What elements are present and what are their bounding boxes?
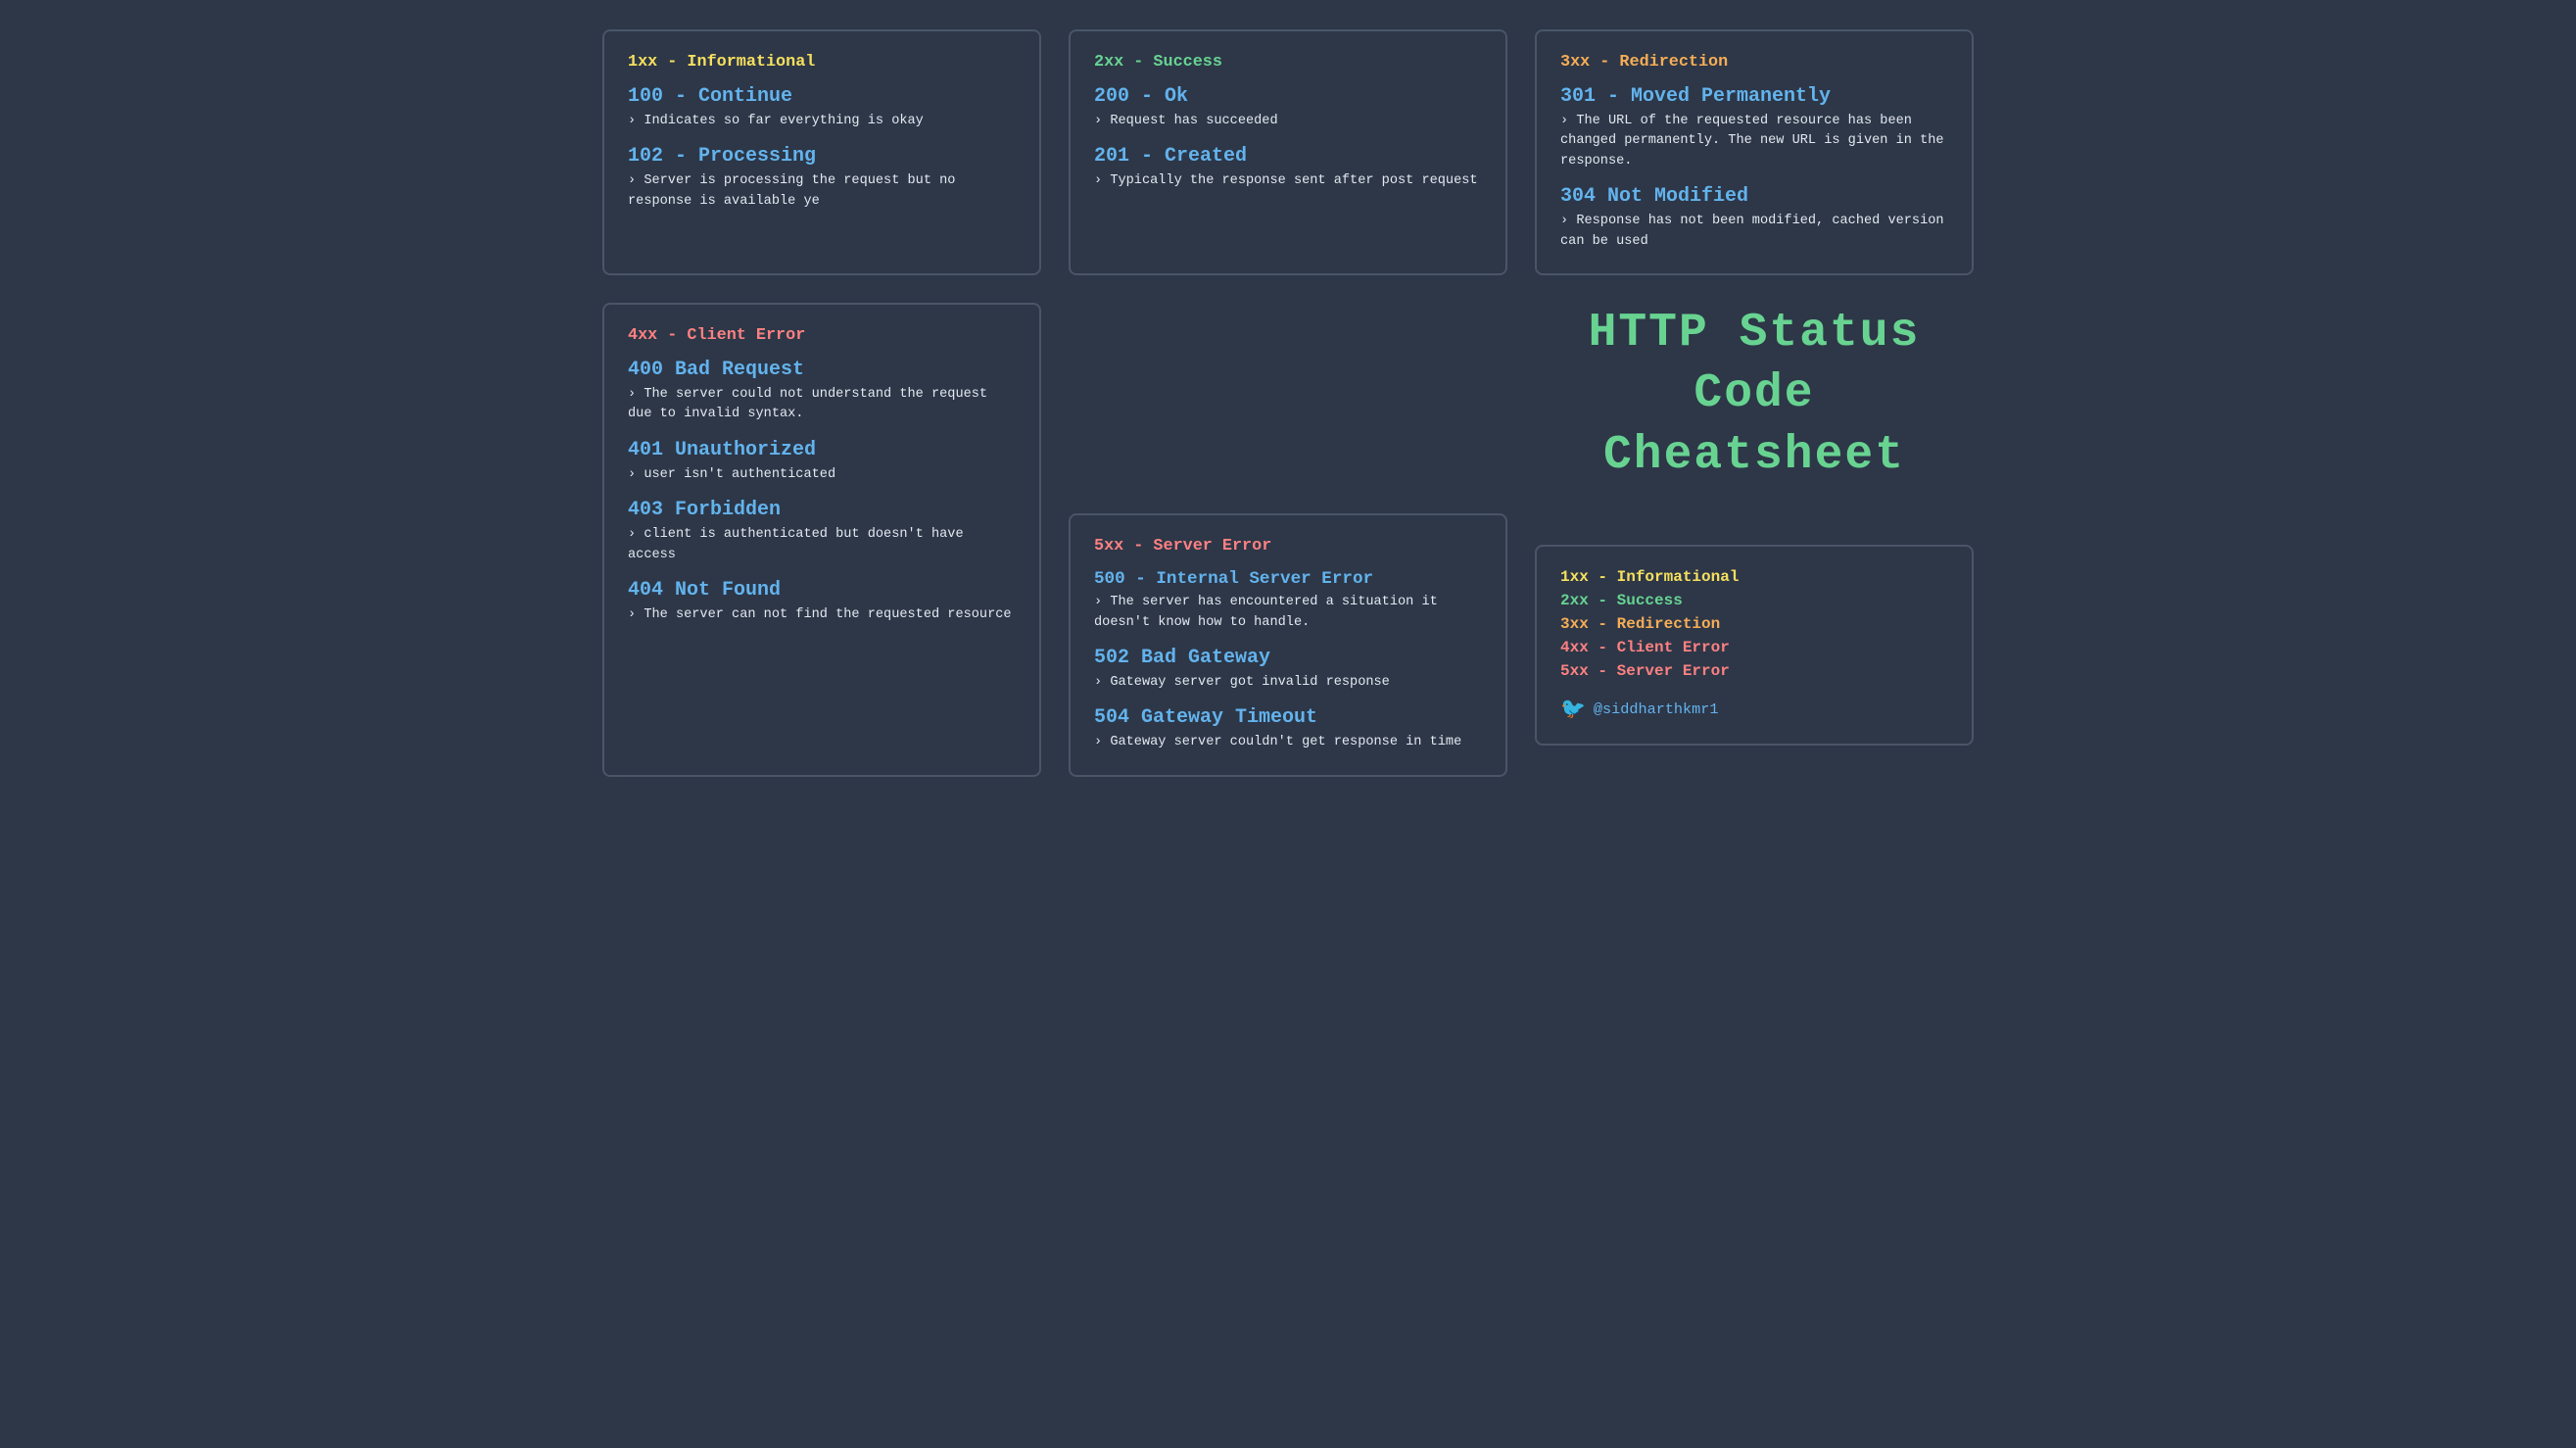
card-3xx: 3xx - Redirection 301 - Moved Permanentl…	[1535, 29, 1974, 275]
twitter-handle: 🐦 @siddharthkmr1	[1560, 698, 1948, 722]
card-2xx: 2xx - Success 200 - Ok › Request has suc…	[1069, 29, 1507, 275]
row2-empty	[1069, 303, 1507, 486]
status-code-403: 403 Forbidden	[628, 499, 1016, 521]
main-title: HTTP Status Code Cheatsheet	[1535, 303, 1974, 486]
twitter-username: @siddharthkmr1	[1594, 700, 1719, 718]
legend-card: 1xx - Informational 2xx - Success 3xx - …	[1535, 545, 1974, 746]
category-label-4xx: 4xx - Client Error	[628, 326, 1016, 345]
legend-area: 1xx - Informational 2xx - Success 3xx - …	[1535, 513, 1974, 777]
status-code-102: 102 - Processing	[628, 145, 1016, 168]
status-desc-504: › Gateway server couldn't get response i…	[1094, 733, 1482, 752]
status-code-400: 400 Bad Request	[628, 359, 1016, 381]
category-label-1xx: 1xx - Informational	[628, 53, 1016, 72]
status-code-200: 200 - Ok	[1094, 85, 1482, 108]
status-desc-403: › client is authenticated but doesn't ha…	[628, 525, 1016, 565]
status-desc-304: › Response has not been modified, cached…	[1560, 212, 1948, 252]
status-desc-401: › user isn't authenticated	[628, 465, 1016, 485]
title-section: HTTP Status Code Cheatsheet	[1535, 303, 1974, 486]
status-code-500: 500 - Internal Server Error	[1094, 569, 1482, 589]
status-desc-502: › Gateway server got invalid response	[1094, 673, 1482, 693]
status-code-100: 100 - Continue	[628, 85, 1016, 108]
status-code-304: 304 Not Modified	[1560, 185, 1948, 208]
status-code-201: 201 - Created	[1094, 145, 1482, 168]
status-code-401: 401 Unauthorized	[628, 439, 1016, 461]
status-desc-102: › Server is processing the request but n…	[628, 171, 1016, 212]
legend-4xx: 4xx - Client Error	[1560, 639, 1948, 656]
twitter-icon: 🐦	[1560, 698, 1586, 722]
category-label-5xx: 5xx - Server Error	[1094, 537, 1482, 555]
status-desc-404: › The server can not find the requested …	[628, 605, 1016, 625]
status-code-404: 404 Not Found	[628, 579, 1016, 602]
category-label-2xx: 2xx - Success	[1094, 53, 1482, 72]
status-desc-500: › The server has encountered a situation…	[1094, 593, 1482, 633]
legend-3xx: 3xx - Redirection	[1560, 615, 1948, 633]
status-desc-400: › The server could not understand the re…	[628, 385, 1016, 425]
status-code-504: 504 Gateway Timeout	[1094, 706, 1482, 729]
card-4xx: 4xx - Client Error 400 Bad Request › The…	[602, 303, 1041, 777]
status-code-301: 301 - Moved Permanently	[1560, 85, 1948, 108]
status-desc-200: › Request has succeeded	[1094, 112, 1482, 131]
status-desc-201: › Typically the response sent after post…	[1094, 171, 1482, 191]
legend-1xx: 1xx - Informational	[1560, 568, 1948, 586]
legend-2xx: 2xx - Success	[1560, 592, 1948, 609]
card-5xx: 5xx - Server Error 500 - Internal Server…	[1069, 513, 1507, 777]
card-1xx: 1xx - Informational 100 - Continue › Ind…	[602, 29, 1041, 275]
status-desc-100: › Indicates so far everything is okay	[628, 112, 1016, 131]
status-desc-301: › The URL of the requested resource has …	[1560, 112, 1948, 171]
status-code-502: 502 Bad Gateway	[1094, 647, 1482, 669]
category-label-3xx: 3xx - Redirection	[1560, 53, 1948, 72]
legend-5xx: 5xx - Server Error	[1560, 662, 1948, 680]
